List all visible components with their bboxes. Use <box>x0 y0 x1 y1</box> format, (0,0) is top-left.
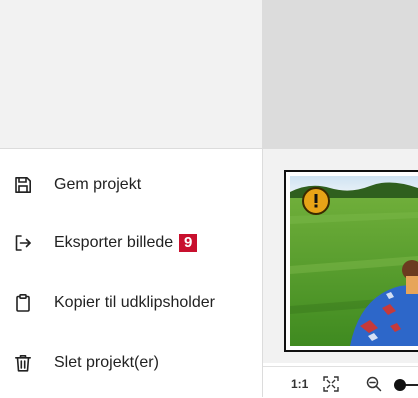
delete-project-label: Slet projekt(er) <box>54 354 159 371</box>
top-right-panel <box>262 0 418 148</box>
zoom-1-1-button[interactable]: 1:1 <box>291 377 308 391</box>
export-image-label: Eksporter billede <box>54 234 174 251</box>
copy-to-clipboard-label: Kopier til udklipsholder <box>54 294 215 311</box>
context-menu: Gem projekt Eksporter billede 9 Kopier t… <box>0 149 262 397</box>
fit-screen-icon[interactable] <box>323 376 339 392</box>
delete-project-item[interactable]: Slet projekt(er) <box>0 341 262 385</box>
save-project-item[interactable]: Gem projekt <box>0 163 262 207</box>
export-icon <box>12 232 34 254</box>
save-icon <box>12 174 34 196</box>
copy-to-clipboard-item[interactable]: Kopier til udklipsholder <box>0 281 262 325</box>
zoom-slider-handle[interactable] <box>394 379 406 391</box>
save-project-label: Gem projekt <box>54 176 142 193</box>
warning-icon[interactable] <box>302 187 330 215</box>
export-image-item[interactable]: Eksporter billede 9 <box>0 221 262 265</box>
zoom-out-icon[interactable] <box>366 376 382 392</box>
trash-icon <box>12 352 34 374</box>
clipboard-icon <box>12 292 34 314</box>
top-left-panel <box>0 0 262 148</box>
step-badge: 9 <box>179 234 198 252</box>
